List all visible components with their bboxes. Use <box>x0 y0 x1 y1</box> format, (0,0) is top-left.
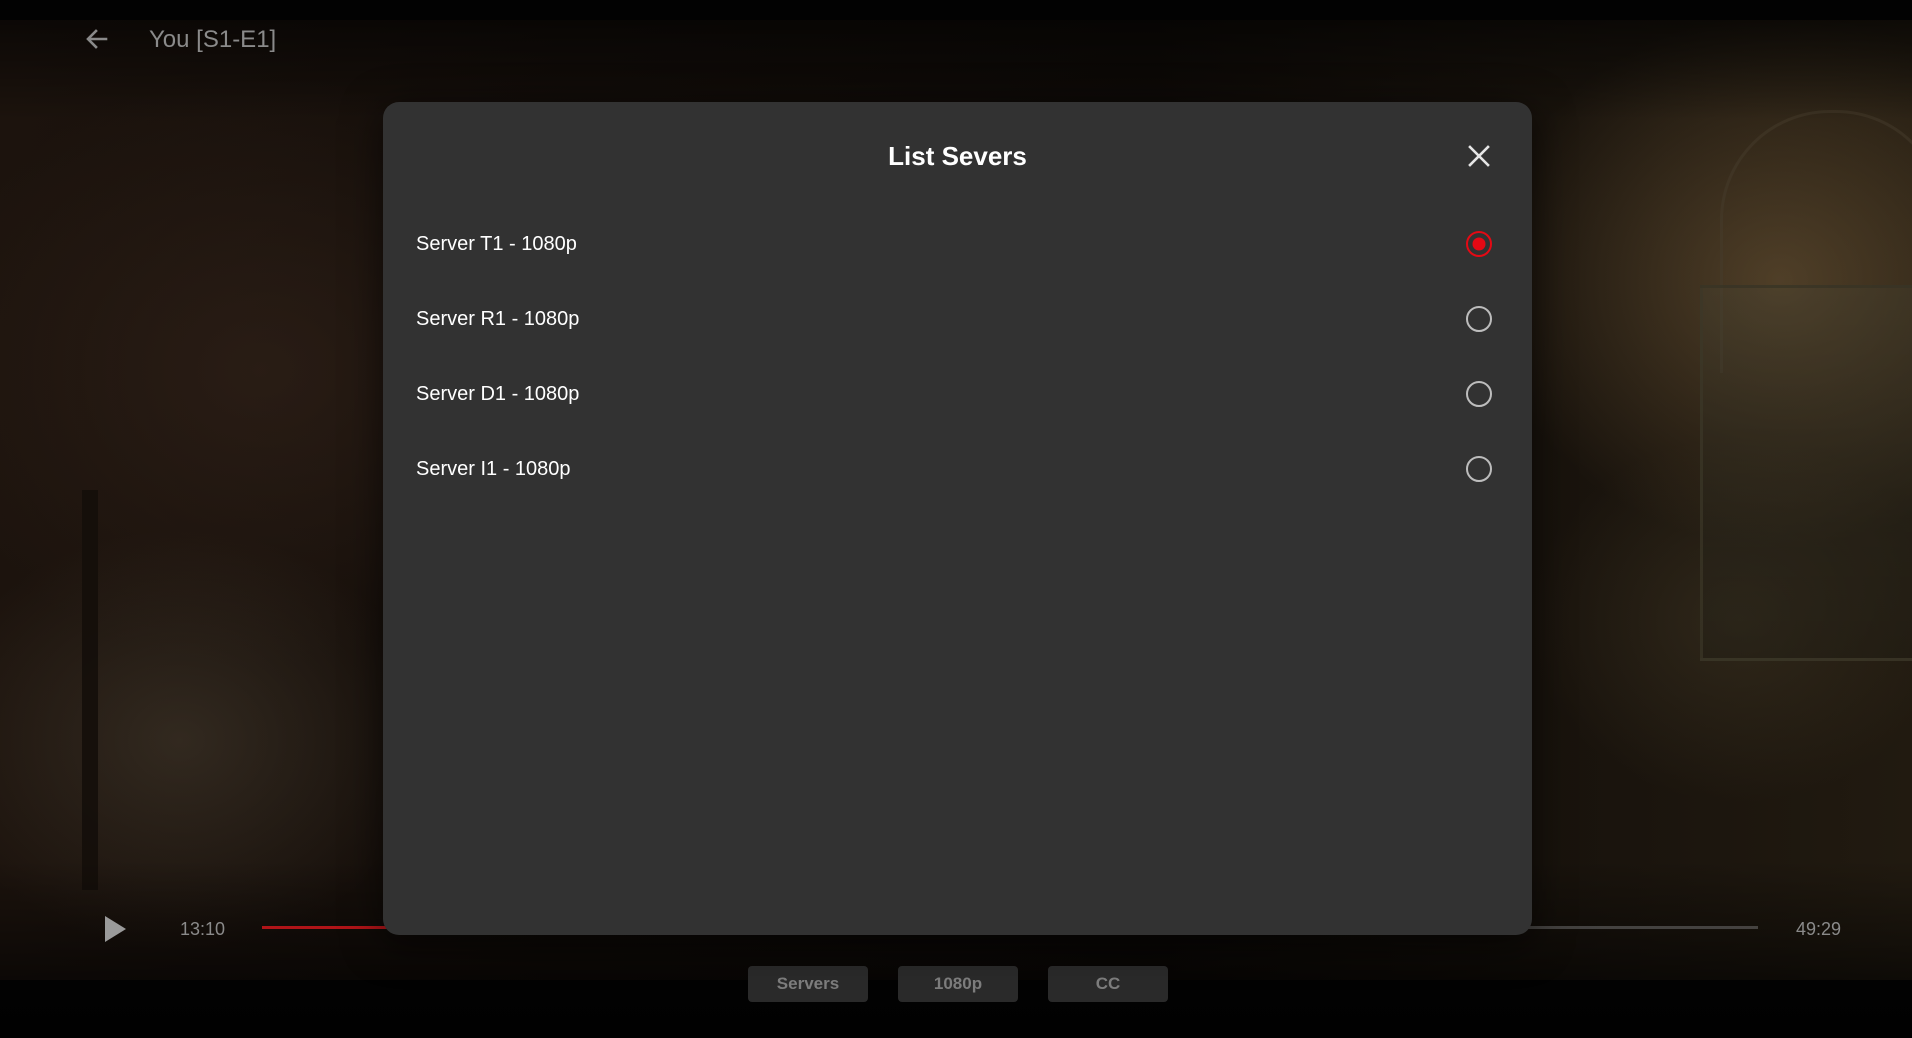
radio-selected-dot <box>1472 237 1486 251</box>
cc-button[interactable]: CC <box>1048 966 1168 1002</box>
quality-button[interactable]: 1080p <box>898 966 1018 1002</box>
server-list-dialog: List Severs Server T1 - 1080p Server R1 … <box>383 102 1532 935</box>
server-item-d1-label[interactable]: Server D1 - 1080p <box>416 380 579 408</box>
background-bed-post <box>82 490 98 890</box>
server-item-t1-radio[interactable] <box>1466 231 1492 257</box>
arrow-left-icon[interactable] <box>82 24 112 54</box>
total-time: 49:29 <box>1796 919 1842 939</box>
servers-button[interactable]: Servers <box>748 966 868 1002</box>
close-icon[interactable] <box>1463 140 1495 172</box>
server-item-r1-label[interactable]: Server R1 - 1080p <box>416 305 579 333</box>
server-item-i1-label[interactable]: Server I1 - 1080p <box>416 455 571 483</box>
video-title: You [S1-E1] <box>149 26 277 53</box>
background-window <box>1700 285 1912 661</box>
server-item-i1-radio[interactable] <box>1466 456 1492 482</box>
video-player: You [S1-E1] 13:10 49:29 Servers 1080p CC… <box>0 0 1912 1038</box>
server-item-d1-radio[interactable] <box>1466 381 1492 407</box>
server-item-t1-label[interactable]: Server T1 - 1080p <box>416 230 577 258</box>
server-item-r1-radio[interactable] <box>1466 306 1492 332</box>
play-icon[interactable] <box>102 914 128 944</box>
current-time: 13:10 <box>180 919 226 939</box>
dialog-title: List Severs <box>888 141 1027 171</box>
